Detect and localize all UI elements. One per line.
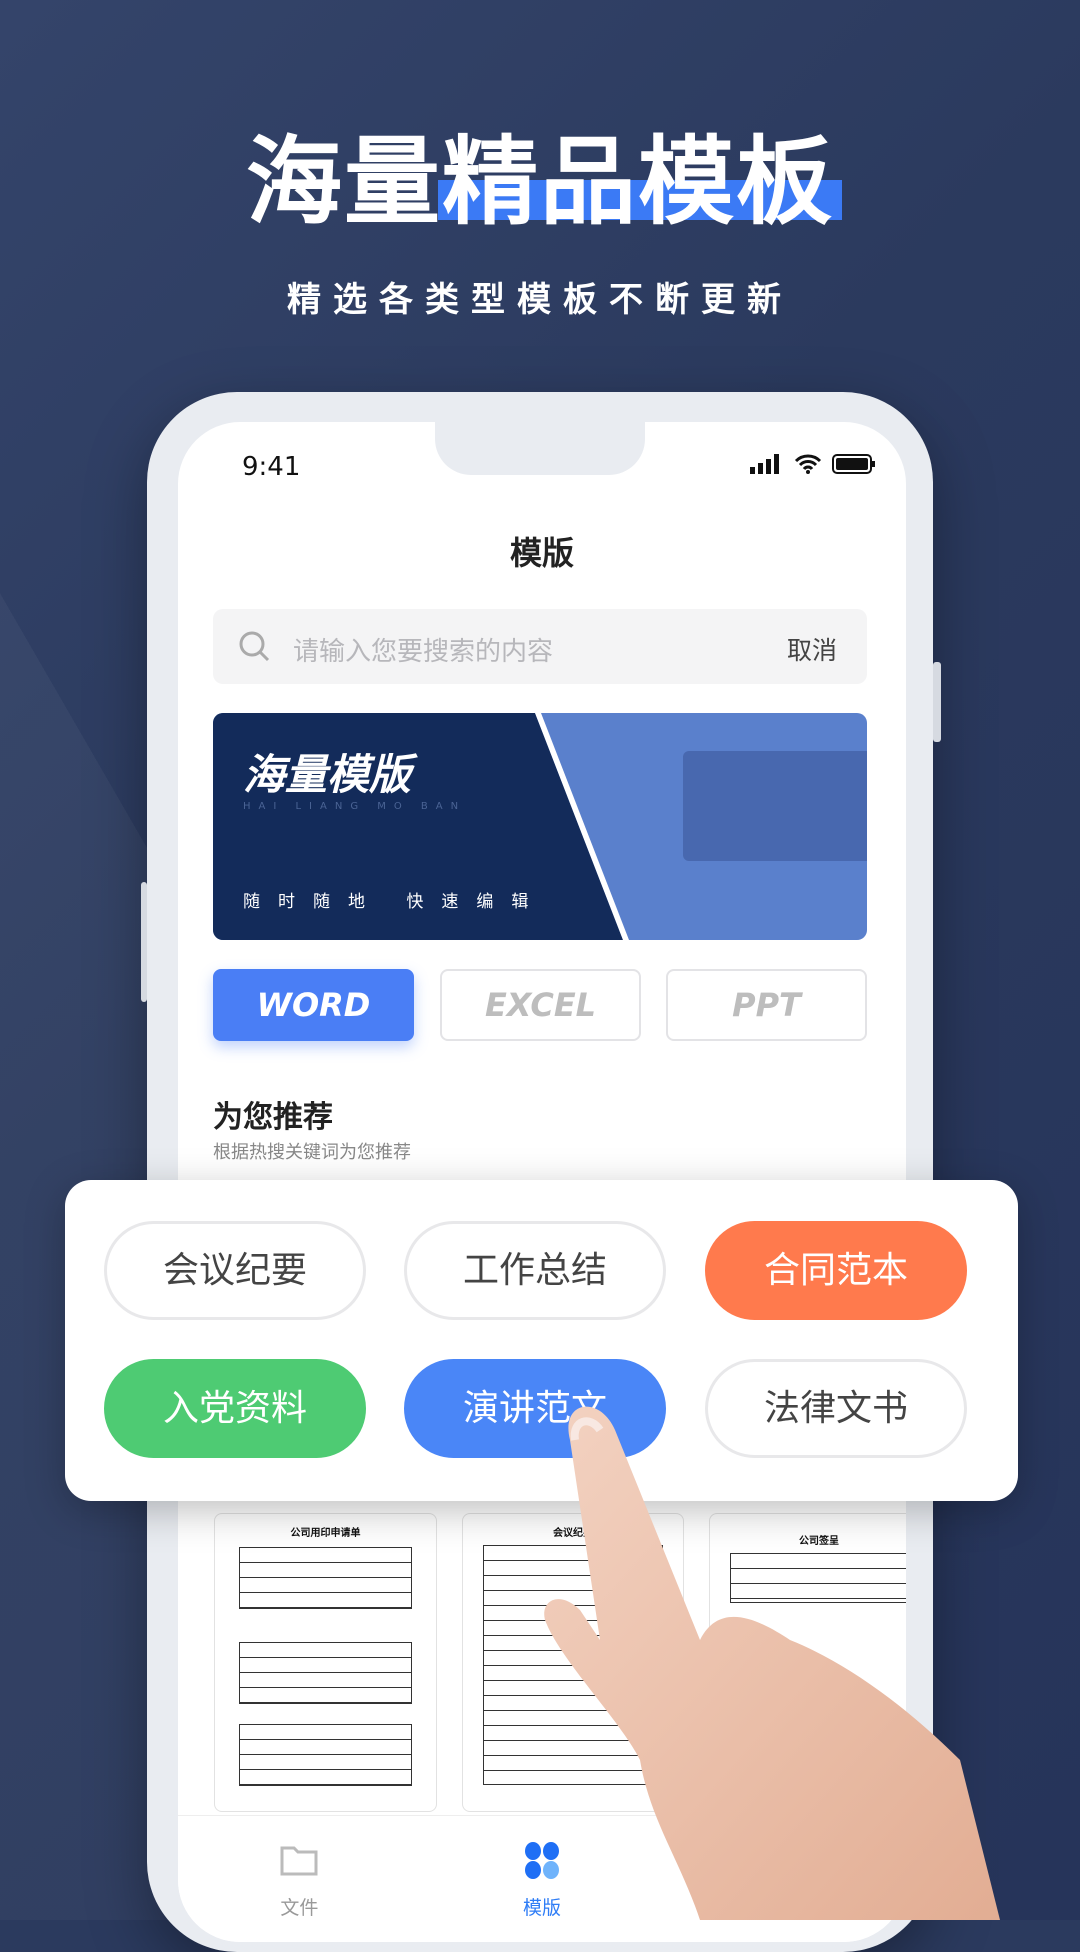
battery-icon	[832, 454, 875, 474]
hero-title: 海量精品模板	[246, 126, 834, 238]
tab-ppt[interactable]: PPT	[666, 969, 867, 1041]
section-title: 为您推荐	[213, 1100, 333, 1135]
template-preview	[239, 1547, 412, 1609]
tab-label: 文件	[280, 1897, 319, 1919]
search-input[interactable]: 请输入您要搜索的内容	[293, 631, 553, 668]
cancel-button[interactable]: 取消	[787, 631, 837, 667]
signal-icon	[750, 454, 779, 474]
template-title: 会议纪要	[553, 1528, 593, 1539]
template-preview	[239, 1642, 412, 1704]
category-chip[interactable]: 工作总结	[404, 1221, 666, 1320]
template-title: 公司用印申请单	[290, 1528, 361, 1539]
category-popup: 会议纪要 工作总结 合同范本 入党资料 演讲范文 法律文书	[65, 1180, 1018, 1501]
section-subtitle: 根据热搜关键词为您推荐	[213, 1142, 411, 1163]
banner-pinyin: HAI LIANG MO BAN	[243, 801, 467, 812]
search-bar[interactable]: 请输入您要搜索的内容 取消	[213, 609, 867, 684]
category-chip[interactable]: 法律文书	[705, 1359, 967, 1458]
laptop-image	[683, 751, 867, 861]
tab-excel[interactable]: EXCEL	[440, 969, 641, 1041]
banner-slogan: 随时随地 快速编辑	[243, 892, 547, 912]
search-icon	[239, 631, 270, 662]
tab-label: 模版	[523, 1897, 562, 1919]
grid-clover-icon	[525, 1842, 559, 1879]
template-card[interactable]: 公司用印申请单 ​	[214, 1513, 437, 1812]
tab-word[interactable]: WORD	[213, 969, 414, 1041]
template-title-copy: ​	[215, 1623, 436, 1634]
tab-files[interactable]: 文件	[178, 1816, 421, 1942]
status-icons	[750, 454, 876, 474]
tab-templates[interactable]: 模版	[421, 1816, 664, 1942]
template-title: 公司签呈	[799, 1536, 839, 1547]
category-chip[interactable]: 演讲范文	[404, 1359, 666, 1458]
notch	[435, 422, 645, 475]
category-chip[interactable]: 会议纪要	[104, 1221, 366, 1320]
folder-icon	[280, 1846, 318, 1876]
status-time: 9:41	[242, 452, 301, 482]
wifi-icon	[794, 454, 822, 474]
template-preview	[730, 1553, 906, 1603]
template-preview	[239, 1724, 412, 1786]
template-card[interactable]: 公司签呈	[709, 1513, 906, 1812]
page-title: 模版	[509, 534, 574, 572]
side-button	[933, 662, 941, 742]
volume-button	[141, 882, 147, 1002]
category-chip[interactable]: 合同范本	[705, 1221, 967, 1320]
promo-banner[interactable]: 海量模版 HAI LIANG MO BAN 随时随地 快速编辑	[213, 713, 867, 940]
category-chip[interactable]: 入党资料	[104, 1359, 366, 1458]
banner-title: 海量模版	[243, 750, 412, 799]
tab-notes[interactable]: 笔记	[663, 1816, 906, 1942]
hero-subtitle: 精选各类型模板不断更新	[287, 280, 793, 320]
template-card[interactable]: 会议纪要	[462, 1513, 684, 1812]
bottom-tab-bar: 文件 模版 笔记	[178, 1815, 906, 1942]
tab-label: 笔记	[765, 1897, 804, 1919]
pencil-icon	[770, 1845, 801, 1877]
template-preview	[483, 1545, 663, 1785]
